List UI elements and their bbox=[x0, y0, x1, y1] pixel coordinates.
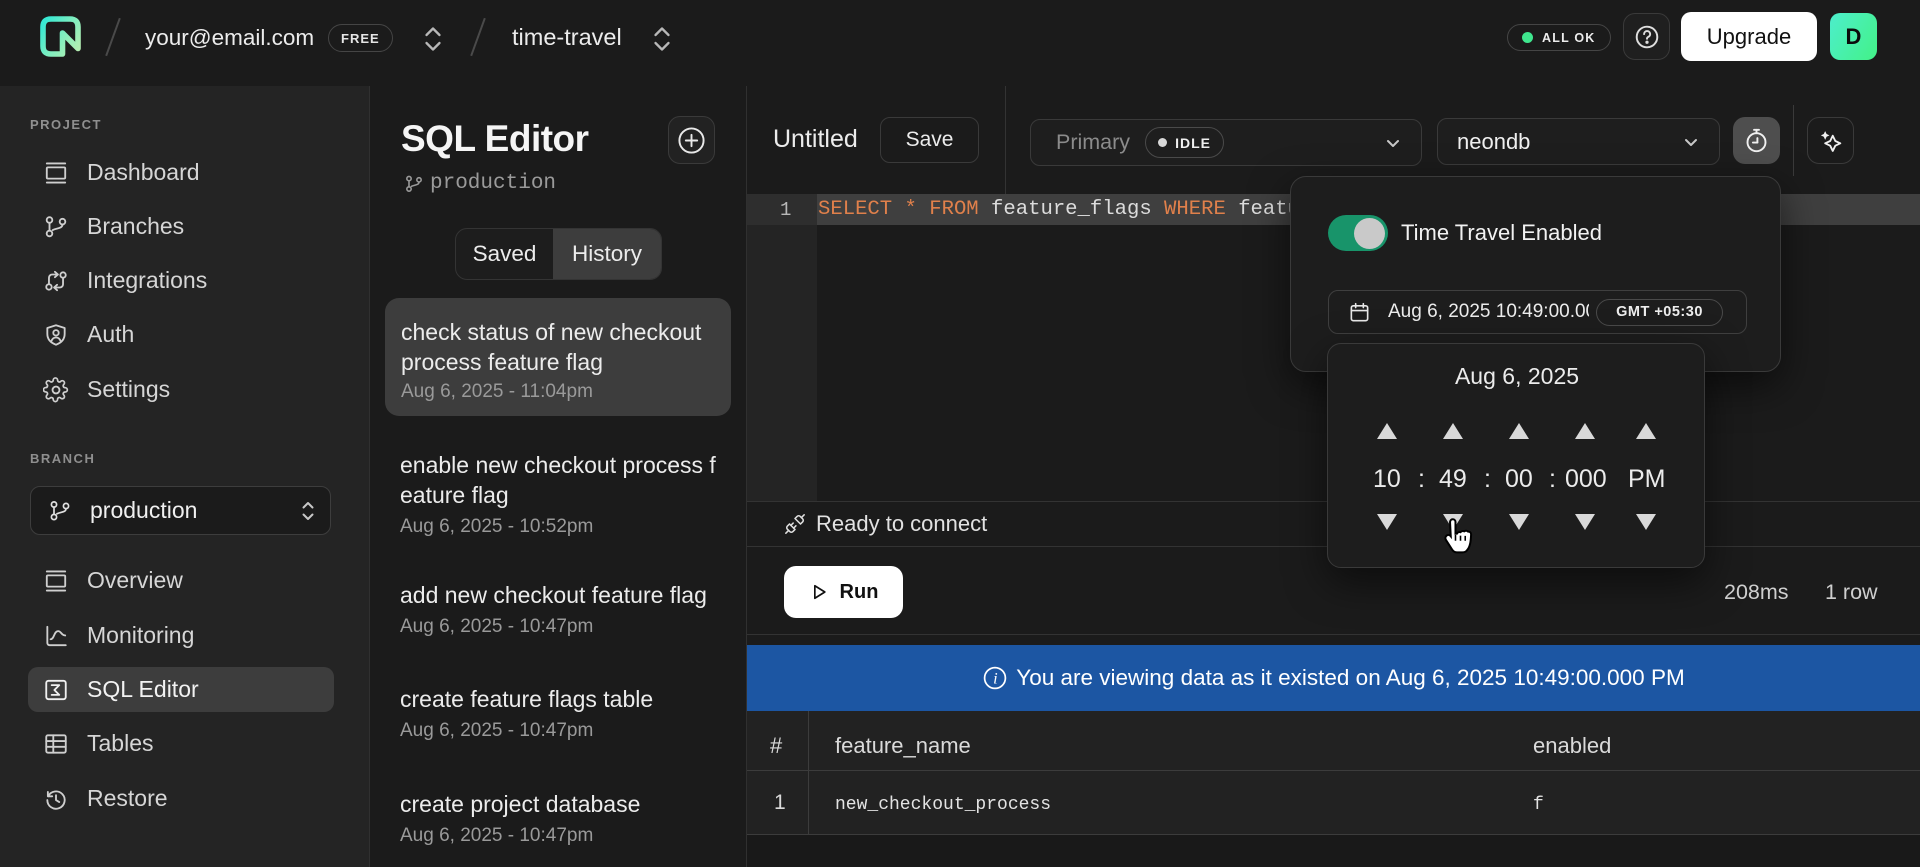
svg-text:i: i bbox=[993, 669, 998, 687]
